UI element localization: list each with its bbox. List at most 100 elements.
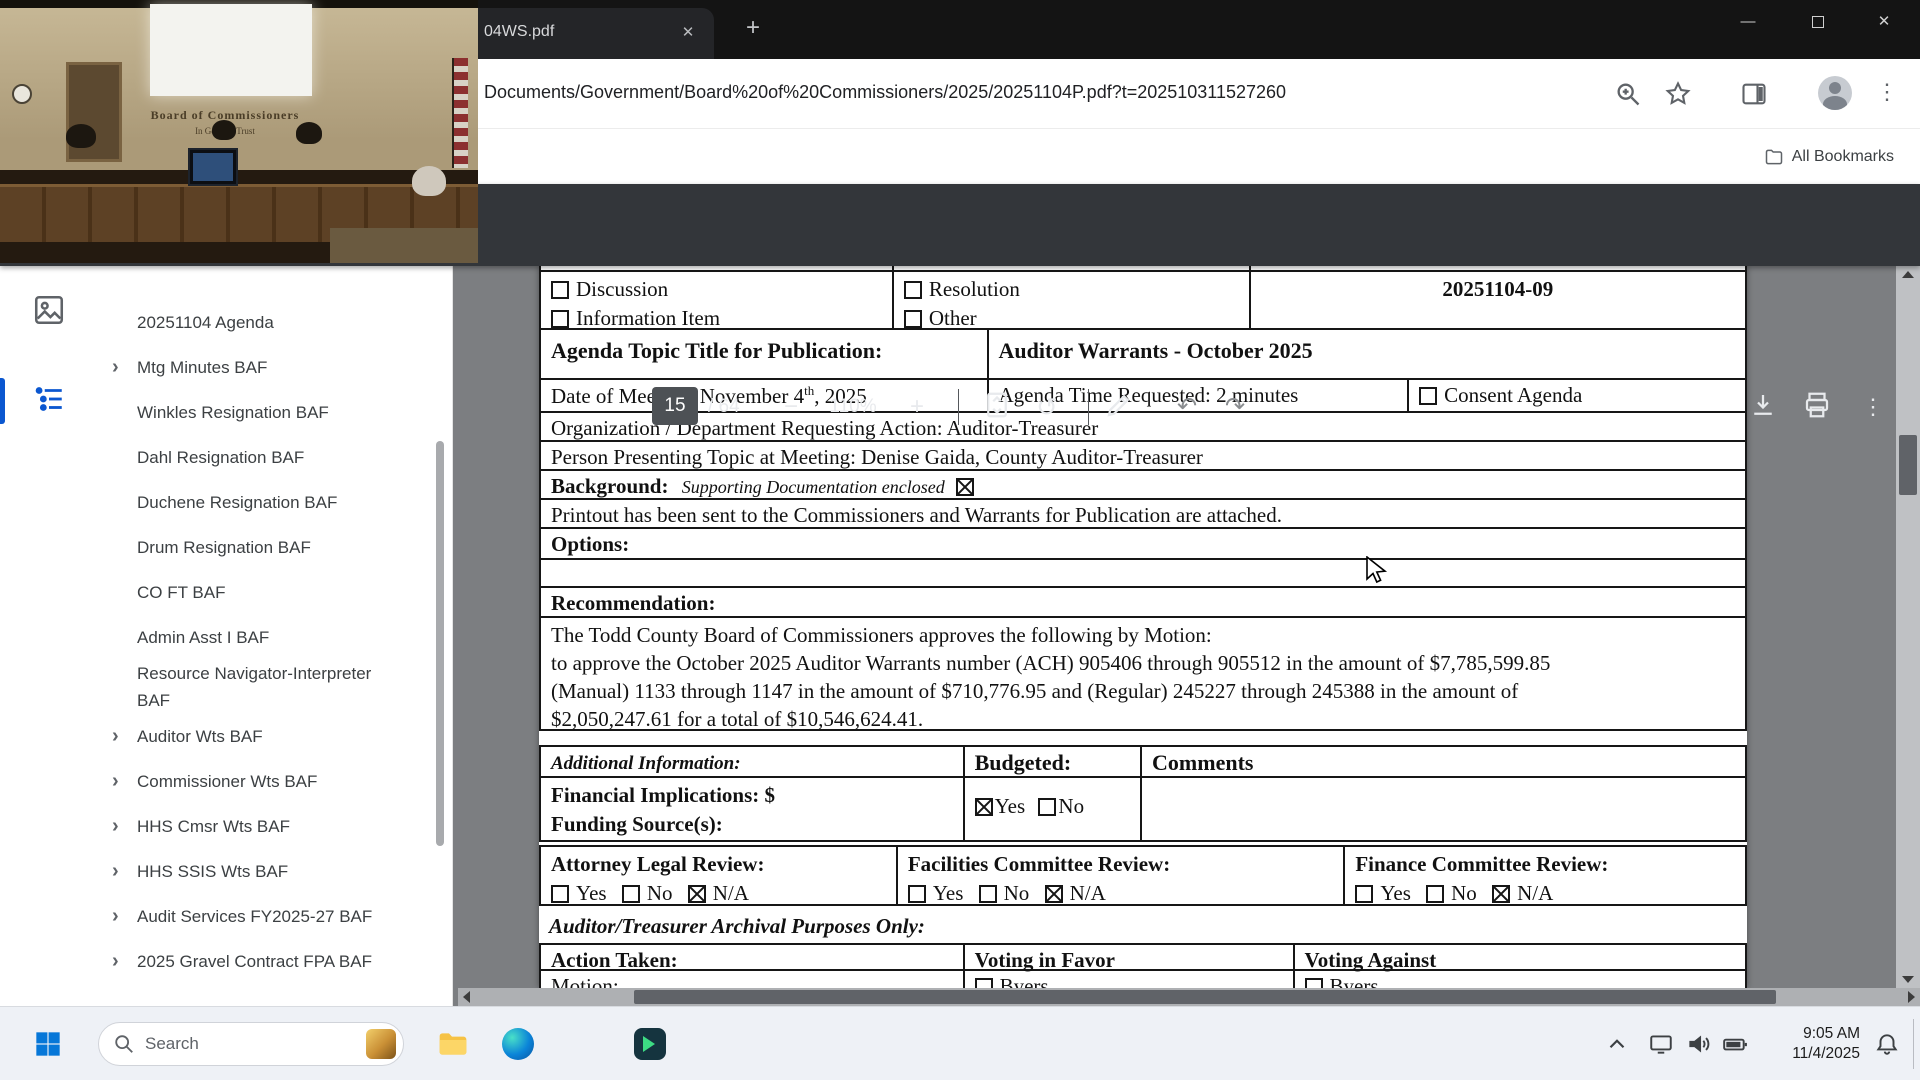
fit-page-icon[interactable]	[982, 390, 1014, 422]
download-icon[interactable]	[1748, 390, 1780, 422]
bookmark-item[interactable]: › HHS Cmsr Wts BAF	[100, 804, 430, 849]
bookmark-star-icon[interactable]	[1664, 80, 1692, 108]
checkbox-favor-byers[interactable]	[974, 978, 993, 988]
checkbox-finance-no[interactable]	[1426, 885, 1445, 903]
media-app-icon	[634, 1028, 666, 1060]
side-panel-icon[interactable]	[1740, 80, 1768, 108]
taskbar-app-4[interactable]	[628, 1007, 672, 1080]
bookmark-item[interactable]: Admin Asst I BAF	[100, 615, 430, 660]
tray-display-icon[interactable]	[1648, 1031, 1674, 1057]
thumbnails-icon[interactable]	[32, 293, 66, 327]
checkbox-resolution[interactable]	[903, 281, 922, 299]
checkbox-consent-agenda[interactable]	[1419, 387, 1438, 405]
checkbox-discussion[interactable]	[551, 281, 569, 299]
video-monitor	[188, 148, 238, 186]
new-tab-button[interactable]: +	[738, 14, 768, 44]
chevron-right-icon[interactable]: ›	[100, 905, 137, 928]
archival-label: Auditor/Treasurer Archival Purposes Only…	[549, 914, 925, 938]
chevron-right-icon[interactable]: ›	[100, 725, 137, 748]
scroll-right-arrow[interactable]	[1908, 991, 1915, 1003]
zoom-out-button[interactable]: −	[772, 388, 810, 426]
checkbox-attorney-yes[interactable]	[551, 885, 569, 903]
checkbox-finance-yes[interactable]	[1355, 885, 1374, 903]
checkbox-information-item[interactable]	[551, 310, 569, 328]
window-minimize-button[interactable]: —	[1716, 0, 1780, 44]
maximize-icon	[1812, 16, 1824, 29]
bookmark-item[interactable]: 20251104 Agenda	[100, 300, 430, 345]
checkbox-supporting-docs[interactable]	[955, 478, 974, 496]
form-row-action-header: Action Taken: Voting in Favor Voting Aga…	[539, 943, 1747, 972]
form-row-additional-header: Additional Information: Budgeted: Commen…	[539, 745, 1747, 778]
search-icon	[115, 1035, 133, 1053]
redo-icon[interactable]: ↷	[1216, 388, 1254, 426]
search-highlight-image[interactable]	[366, 1029, 396, 1059]
bookmark-item[interactable]: › Commissioner Wts BAF	[100, 759, 430, 804]
checkbox-facilities-no[interactable]	[978, 885, 997, 903]
checkbox-attorney-no[interactable]	[621, 885, 640, 903]
taskbar-file-explorer[interactable]	[431, 1007, 475, 1080]
checkbox-attorney-na[interactable]	[687, 885, 706, 903]
checkbox-finance-na[interactable]	[1492, 885, 1511, 903]
start-button[interactable]	[26, 1007, 70, 1080]
checkbox-facilities-na[interactable]	[1044, 885, 1063, 903]
chevron-right-icon[interactable]: ›	[100, 356, 137, 379]
taskbar-edge[interactable]	[496, 1007, 540, 1080]
all-bookmarks-button[interactable]: All Bookmarks	[1756, 142, 1902, 172]
scroll-down-arrow[interactable]	[1902, 976, 1914, 983]
bookmark-item[interactable]: › Mtg Minutes BAF	[100, 345, 430, 390]
facilities-review-title: Facilities Committee Review:	[907, 852, 1171, 876]
pdf-menu-icon[interactable]: ⋮	[1854, 388, 1892, 426]
checkbox-budgeted-no[interactable]	[1038, 798, 1057, 816]
chevron-right-icon[interactable]: ›	[100, 815, 137, 838]
chevron-right-icon[interactable]: ›	[100, 860, 137, 883]
tray-chevron-up-icon[interactable]	[1604, 1031, 1630, 1057]
checkbox-against-byers[interactable]	[1304, 978, 1323, 988]
zoom-search-icon[interactable]	[1614, 80, 1642, 108]
form-row-motion: Motion: Byers Byers	[539, 971, 1747, 988]
tab-close-icon[interactable]: ✕	[676, 21, 700, 45]
bookmark-item[interactable]: Dahl Resignation BAF	[100, 435, 430, 480]
bookmark-item[interactable]: Winkles Resignation BAF	[100, 390, 430, 435]
undo-icon[interactable]: ↶	[1168, 388, 1206, 426]
checkbox-other[interactable]	[903, 310, 922, 328]
bookmark-item[interactable]: › Audit Services FY2025-27 BAF	[100, 894, 430, 939]
vertical-scrollbar[interactable]	[1896, 266, 1920, 988]
bookmark-item[interactable]: Resource Navigator-Interpreter BAF	[100, 660, 430, 714]
window-close-button[interactable]: ✕	[1852, 0, 1916, 44]
browser-menu-icon[interactable]: ⋮	[1876, 79, 1898, 105]
show-desktop-button[interactable]	[1913, 1019, 1914, 1069]
sidebar-scrollbar[interactable]	[436, 441, 444, 846]
window-maximize-button[interactable]	[1786, 0, 1850, 44]
print-icon[interactable]	[1802, 390, 1834, 422]
label-other: Other	[928, 306, 977, 330]
horizontal-scroll-thumb[interactable]	[634, 990, 1776, 1004]
vertical-scroll-thumb[interactable]	[1899, 435, 1917, 495]
tray-battery-icon[interactable]	[1722, 1031, 1748, 1057]
checkbox-facilities-yes[interactable]	[907, 885, 926, 903]
bookmark-item[interactable]: Drum Resignation BAF	[100, 525, 430, 570]
checkbox-budgeted-yes[interactable]	[974, 798, 993, 816]
page-number-input[interactable]: 15	[652, 387, 698, 425]
taskbar-search[interactable]: Search	[98, 1022, 404, 1066]
scroll-up-arrow[interactable]	[1902, 271, 1914, 278]
zoom-in-button[interactable]: +	[898, 388, 936, 426]
tray-speaker-icon[interactable]	[1686, 1031, 1712, 1057]
bookmark-item[interactable]: › 2025 Gravel Contract FPA BAF	[100, 939, 430, 984]
horizontal-scrollbar[interactable]	[458, 988, 1920, 1006]
toolbar-divider	[958, 389, 959, 425]
chevron-right-icon[interactable]: ›	[100, 770, 137, 793]
scroll-left-arrow[interactable]	[463, 991, 470, 1003]
document-outline-icon[interactable]	[32, 382, 66, 416]
document-number: 20251104-09	[1442, 277, 1554, 301]
profile-avatar[interactable]	[1818, 76, 1852, 110]
bookmark-item[interactable]: CO FT BAF	[100, 570, 430, 615]
url-text[interactable]: Documents/Government/Board%20of%20Commis…	[484, 82, 1286, 103]
annotate-pen-icon[interactable]	[1104, 390, 1136, 422]
notification-bell-icon[interactable]	[1874, 1031, 1900, 1057]
bookmark-item[interactable]: › Auditor Wts BAF	[100, 714, 430, 759]
bookmark-item[interactable]: Duchene Resignation BAF	[100, 480, 430, 525]
bookmark-item[interactable]: › HHS SSIS Wts BAF	[100, 849, 430, 894]
chevron-right-icon[interactable]: ›	[100, 950, 137, 973]
rotate-icon[interactable]: ↺	[1028, 388, 1066, 426]
taskbar-clock[interactable]: 9:05 AM 11/4/2025	[1755, 1024, 1860, 1064]
